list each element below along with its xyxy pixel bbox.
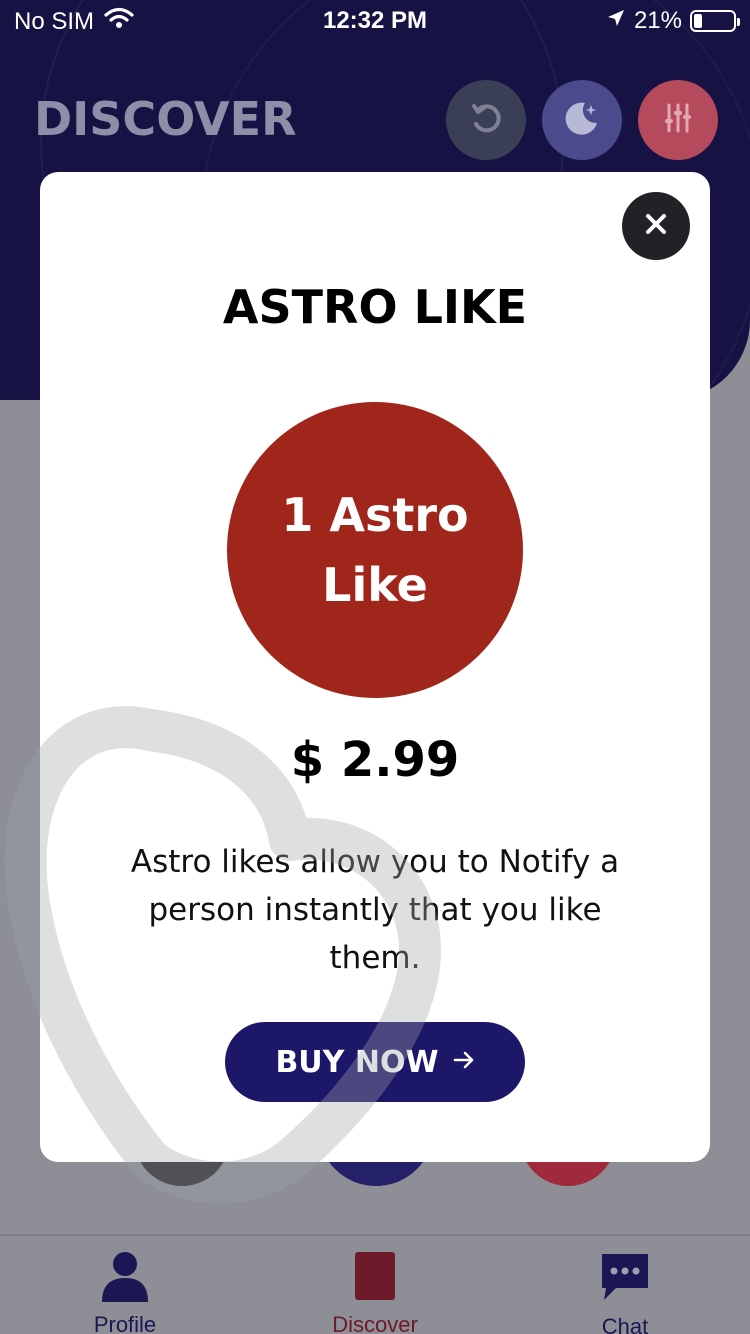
moon-icon: [561, 97, 603, 143]
filter-button[interactable]: [638, 80, 718, 160]
tab-discover[interactable]: Discover: [250, 1236, 500, 1334]
battery-icon: [690, 10, 740, 32]
heart-outline-decoration: [4, 706, 441, 1204]
close-button[interactable]: [622, 192, 690, 260]
undo-icon: [468, 100, 504, 140]
close-icon: [645, 213, 667, 239]
astro-like-badge: 1 Astro Like: [227, 402, 523, 698]
filter-icon: [661, 101, 695, 139]
page-title: DISCOVER: [34, 92, 297, 146]
tab-chat-label: Chat: [601, 1314, 649, 1334]
chat-bubble-icon: [598, 1250, 652, 1308]
tab-profile[interactable]: Profile: [0, 1236, 250, 1334]
tab-bar: Profile Discover Chat: [0, 1234, 750, 1334]
card-icon: [353, 1250, 397, 1306]
astro-like-badge-text: 1 Astro Like: [281, 488, 469, 612]
battery-percent: 21%: [633, 7, 682, 34]
undo-button[interactable]: [446, 80, 526, 160]
status-bar: No SIM 12:32 PM 21%: [0, 0, 750, 40]
tab-profile-label: Profile: [93, 1312, 157, 1334]
battery-level: [694, 14, 702, 28]
astro-mode-button[interactable]: [542, 80, 622, 160]
status-right: 21%: [606, 7, 740, 35]
person-icon: [100, 1250, 150, 1306]
tab-chat[interactable]: Chat: [500, 1236, 750, 1334]
tab-discover-label: Discover: [332, 1312, 418, 1334]
modal-title: ASTRO LIKE: [222, 280, 528, 334]
location-arrow-icon: [606, 7, 626, 35]
